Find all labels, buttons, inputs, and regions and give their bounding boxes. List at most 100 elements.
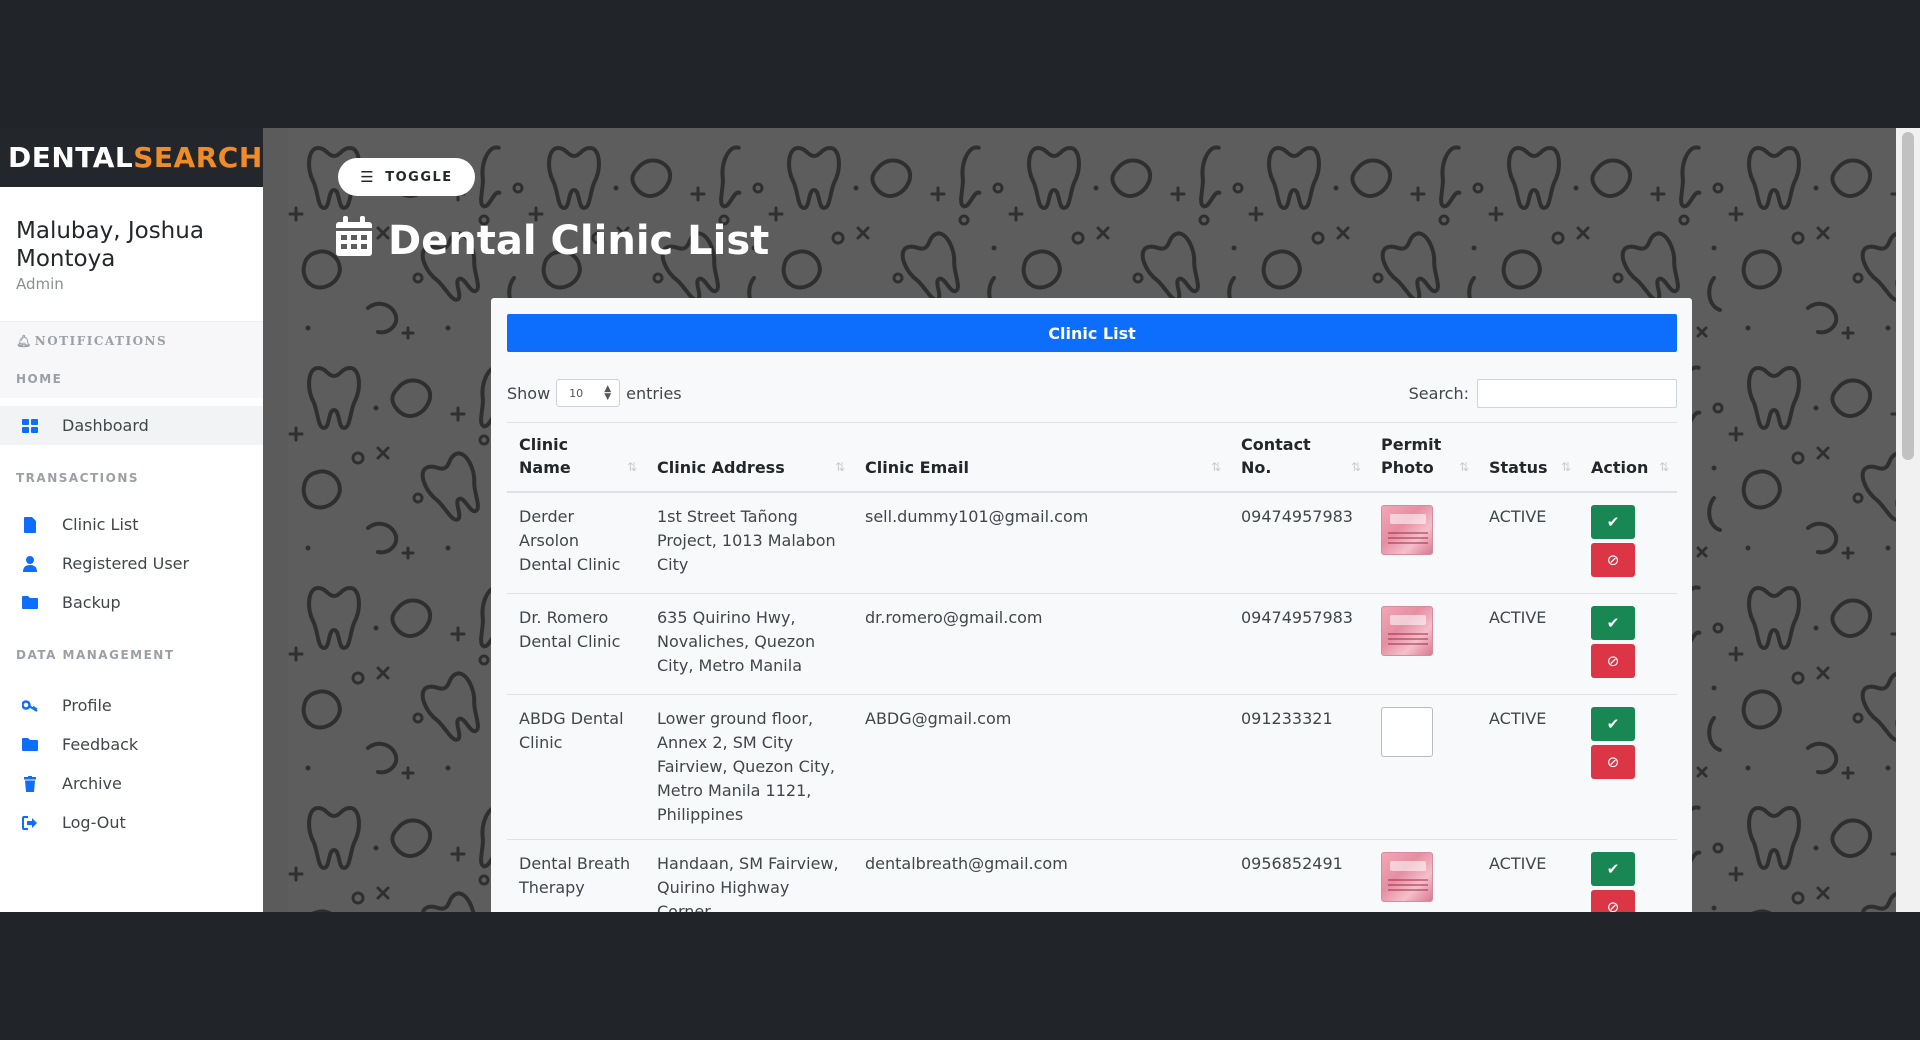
brand-logo[interactable]: DENTAL SEARCH	[0, 128, 263, 187]
sort-icon: ⇅	[834, 460, 845, 474]
entries-value: 10	[569, 386, 584, 400]
sidebar-item-profile[interactable]: Profile	[0, 686, 263, 725]
col-clinic-address[interactable]: Clinic Address ⇅	[645, 422, 853, 493]
sidebar-item-backup[interactable]: Backup	[0, 583, 263, 622]
check-circle-icon: ✔	[1606, 715, 1620, 733]
entries-length-control: Show 10 ▲ ▼ entries	[507, 379, 682, 407]
cell-permit-photo	[1369, 694, 1477, 840]
table-row: Dental Breath Therapy Handaan, SM Fairvi…	[507, 839, 1677, 912]
cell-clinic-name: Dental Breath Therapy	[507, 839, 645, 912]
cell-status: ACTIVE	[1477, 593, 1579, 695]
col-clinic-email[interactable]: Clinic Email ⇅	[853, 422, 1229, 493]
cell-action: ✔ ⊘	[1579, 839, 1677, 912]
deny-button[interactable]: ⊘	[1591, 543, 1635, 577]
cell-permit-photo	[1369, 839, 1477, 912]
user-profile: Malubay, Joshua Montoya Admin	[0, 187, 263, 322]
sort-icon: ⇅	[1658, 460, 1669, 474]
cell-action: ✔ ⊘	[1579, 694, 1677, 840]
sidebar-item-archive[interactable]: Archive	[0, 764, 263, 803]
toggle-label: TOGGLE	[385, 169, 453, 185]
entries-select[interactable]: 10 ▲ ▼	[556, 379, 621, 407]
data-management-heading: DATA MANAGEMENT	[0, 636, 263, 674]
clinic-list-card: Clinic List Show 10 ▲▼ entries Search:	[491, 298, 1692, 912]
spacer	[0, 398, 263, 406]
col-label: Contact No.	[1241, 435, 1311, 477]
trash-icon	[18, 775, 42, 792]
approve-button[interactable]: ✔	[1591, 505, 1635, 539]
notifications-heading[interactable]: 🔔︎ NOTIFICATIONS	[0, 322, 263, 360]
clinic-table: Clinic Name ⇅ Clinic Address ⇅ Clinic Emai…	[507, 422, 1677, 912]
page-scrollbar[interactable]	[1896, 128, 1920, 912]
card-title: Clinic List	[507, 314, 1677, 352]
permit-photo-thumbnail[interactable]	[1381, 505, 1433, 555]
bell-icon: 🔔︎	[16, 334, 33, 348]
entries-label: entries	[626, 383, 682, 403]
sidebar-item-feedback[interactable]: Feedback	[0, 725, 263, 764]
approve-button[interactable]: ✔	[1591, 852, 1635, 886]
sort-icon: ⇅	[626, 460, 637, 474]
cell-clinic-name: Dr. Romero Dental Clinic	[507, 593, 645, 695]
col-label: Clinic Email	[865, 458, 970, 477]
folder-icon	[18, 738, 42, 751]
sidebar-item-logout[interactable]: Log-Out	[0, 803, 263, 842]
page-title-text: Dental Clinic List	[388, 218, 770, 264]
spacer	[0, 674, 263, 686]
sort-icon: ⇅	[1560, 460, 1571, 474]
deny-button[interactable]: ⊘	[1591, 890, 1635, 912]
cell-clinic-email: sell.dummy101@gmail.com	[853, 492, 1229, 594]
check-circle-icon: ✔	[1606, 614, 1620, 632]
cell-permit-photo	[1369, 492, 1477, 594]
search-label: Search:	[1408, 383, 1469, 403]
cell-contact: 09474957983	[1229, 593, 1369, 695]
sidebar-item-label: Log-Out	[62, 813, 126, 832]
cell-contact: 0956852491	[1229, 839, 1369, 912]
table-row: Dr. Romero Dental Clinic 635 Quirino Hwy…	[507, 593, 1677, 695]
cell-clinic-email: dr.romero@gmail.com	[853, 593, 1229, 695]
sidebar-section-top: 🔔︎ NOTIFICATIONS HOME	[0, 322, 263, 398]
spacer	[0, 445, 263, 459]
scrollbar-thumb[interactable]	[1902, 132, 1914, 460]
approve-button[interactable]: ✔	[1591, 606, 1635, 640]
sidebar-item-clinic-list[interactable]: Clinic List	[0, 505, 263, 544]
sidebar-item-registered-user[interactable]: Registered User	[0, 544, 263, 583]
ban-icon: ⊘	[1606, 898, 1620, 912]
toggle-sidebar-button[interactable]: ☰ TOGGLE	[338, 158, 475, 196]
deny-button[interactable]: ⊘	[1591, 745, 1635, 779]
user-icon	[18, 555, 42, 572]
cell-clinic-name: Derder Arsolon Dental Clinic	[507, 492, 645, 594]
sidebar-item-label: Backup	[62, 593, 121, 612]
approve-button[interactable]: ✔	[1591, 707, 1635, 741]
hamburger-icon: ☰	[360, 168, 376, 186]
table-header-row: Clinic Name ⇅ Clinic Address ⇅ Clinic Emai…	[507, 422, 1677, 493]
cell-clinic-email: dentalbreath@gmail.com	[853, 839, 1229, 912]
table-search: Search:	[1408, 378, 1677, 408]
calendar-icon	[336, 216, 372, 266]
col-permit-photo[interactable]: Permit Photo ⇅	[1369, 422, 1477, 493]
brand-part1: DENTAL	[8, 141, 134, 174]
home-heading: HOME	[16, 372, 63, 386]
col-action[interactable]: Action ⇅	[1579, 422, 1677, 493]
show-label: Show	[507, 383, 551, 403]
col-contact[interactable]: Contact No. ⇅	[1229, 422, 1369, 493]
col-label: Clinic Name	[519, 435, 571, 477]
col-status[interactable]: Status ⇅	[1477, 422, 1579, 493]
deny-button[interactable]: ⊘	[1591, 644, 1635, 678]
page-title: Dental Clinic List	[336, 216, 769, 266]
transactions-heading: TRANSACTIONS	[0, 459, 263, 497]
search-input[interactable]	[1477, 378, 1677, 408]
broken-image-icon[interactable]	[1381, 707, 1433, 757]
permit-photo-thumbnail[interactable]	[1381, 852, 1433, 902]
user-role: Admin	[16, 275, 64, 293]
col-label: Permit Photo	[1381, 435, 1442, 477]
main-content: ☰ TOGGLE Dental Clinic List Clinic List …	[288, 128, 1896, 912]
col-clinic-name[interactable]: Clinic Name ⇅	[507, 422, 645, 493]
table-row: ABDG Dental Clinic Lower ground floor, A…	[507, 694, 1677, 840]
sidebar: DENTAL SEARCH Malubay, Joshua Montoya Adm…	[0, 128, 263, 912]
updown-icon: ▲ ▼	[604, 384, 612, 402]
col-label: Clinic Address	[657, 458, 785, 477]
spacer	[0, 622, 263, 636]
permit-photo-thumbnail[interactable]	[1381, 606, 1433, 656]
sidebar-item-label: Profile	[62, 696, 112, 715]
sidebar-item-dashboard[interactable]: Dashboard	[0, 406, 263, 445]
folder-icon	[18, 596, 42, 609]
